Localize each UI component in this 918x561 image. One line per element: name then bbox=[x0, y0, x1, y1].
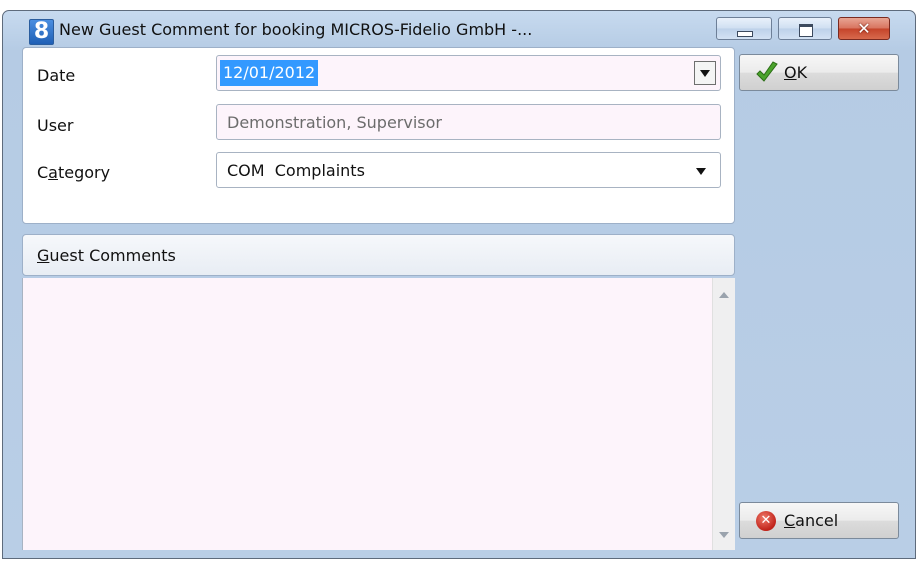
user-value: Demonstration, Supervisor bbox=[227, 113, 442, 132]
cancel-label-rest: ancel bbox=[795, 511, 839, 530]
chevron-down-icon bbox=[696, 168, 706, 175]
ok-label: OK bbox=[784, 63, 807, 83]
category-code: COM bbox=[227, 161, 265, 180]
category-name: Complaints bbox=[274, 161, 365, 180]
date-value: 12/01/2012 bbox=[220, 60, 319, 86]
category-label-suffix: tegory bbox=[57, 163, 111, 182]
category-label-mnemonic: a bbox=[48, 163, 58, 182]
user-field: Demonstration, Supervisor bbox=[216, 104, 721, 140]
category-select[interactable]: COM Complaints bbox=[216, 152, 721, 188]
guest-comments-label-suffix: uest Comments bbox=[49, 246, 176, 265]
category-label: Category bbox=[37, 163, 110, 183]
category-label-prefix: C bbox=[37, 163, 49, 182]
guest-comments-header: Guest Comments bbox=[22, 234, 735, 276]
checkmark-icon bbox=[756, 61, 778, 82]
ok-label-rest: K bbox=[796, 63, 808, 82]
ok-button[interactable]: OK bbox=[739, 54, 899, 91]
close-icon: ✕ bbox=[857, 19, 871, 38]
dialog-window: 8 New Guest Comment for booking MICROS-F… bbox=[2, 10, 916, 559]
cancel-button[interactable]: ✕ Cancel bbox=[739, 502, 899, 539]
chevron-down-icon bbox=[700, 70, 710, 77]
category-value: COM Complaints bbox=[227, 161, 365, 181]
date-field[interactable]: 12/01/2012 bbox=[216, 55, 721, 91]
cancel-icon: ✕ bbox=[756, 511, 776, 531]
dialog-client-area: Date 12/01/2012 User Demonstration, Supe… bbox=[22, 47, 735, 550]
scroll-up-icon[interactable] bbox=[719, 292, 729, 298]
guest-comments-textarea[interactable] bbox=[22, 278, 735, 550]
app-icon: 8 bbox=[29, 19, 54, 45]
form-panel: Date 12/01/2012 User Demonstration, Supe… bbox=[22, 47, 735, 224]
window-title: New Guest Comment for booking MICROS-Fid… bbox=[59, 20, 533, 39]
minimize-button[interactable] bbox=[716, 17, 772, 40]
maximize-icon bbox=[799, 24, 813, 37]
date-label: Date bbox=[37, 66, 76, 85]
guest-comments-label: Guest Comments bbox=[37, 246, 176, 266]
scroll-down-icon[interactable] bbox=[719, 532, 729, 538]
comments-scrollbar[interactable] bbox=[712, 278, 735, 550]
maximize-button[interactable] bbox=[778, 17, 832, 40]
cancel-label: Cancel bbox=[784, 511, 838, 531]
guest-comments-label-mnemonic: G bbox=[37, 246, 50, 265]
date-dropdown-button[interactable] bbox=[694, 61, 716, 85]
close-button[interactable]: ✕ bbox=[838, 17, 890, 40]
cancel-label-mnemonic: C bbox=[784, 511, 796, 530]
scroll-track[interactable] bbox=[712, 278, 735, 550]
user-label: User bbox=[37, 116, 74, 135]
ok-label-mnemonic: O bbox=[784, 63, 797, 82]
minimize-icon bbox=[737, 31, 753, 37]
